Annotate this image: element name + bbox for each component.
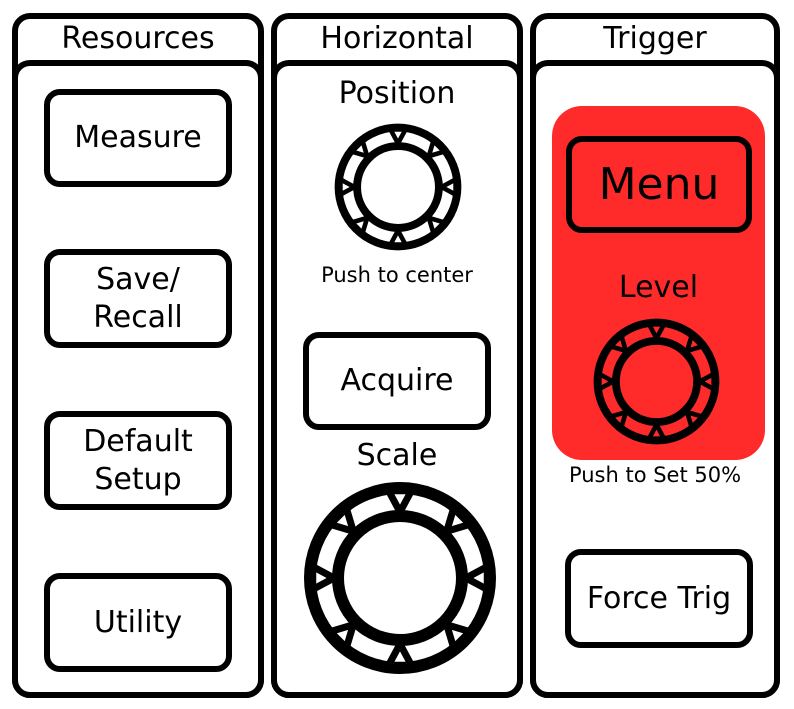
trigger-menu-button[interactable]: Menu [566,136,752,233]
position-label: Position [338,76,456,111]
measure-button[interactable]: Measure [44,89,232,187]
level-caption: Push to Set 50% [568,463,742,487]
level-knob-icon [593,318,720,445]
level-label: Level [618,270,699,305]
default-setup-label-line1: Default [83,423,193,459]
acquire-button-label: Acquire [340,363,454,398]
force-trig-button[interactable]: Force Trig [565,549,753,648]
position-knob[interactable] [332,121,464,253]
scale-label: Scale [356,438,438,473]
force-trig-button-label: Force Trig [586,580,732,616]
default-setup-label-line2: Setup [94,461,182,497]
position-caption: Push to center [321,263,473,287]
trigger-menu-button-label: Menu [598,158,720,210]
save-recall-label-line2: Recall [93,299,183,335]
utility-button-label: Utility [93,604,183,640]
save-recall-button[interactable]: Save/ Recall [44,249,232,348]
level-knob[interactable] [591,316,722,447]
trigger-title: Trigger [603,21,707,56]
save-recall-label-line1: Save/ [96,261,180,297]
acquire-button[interactable]: Acquire [303,332,491,430]
measure-button-label: Measure [74,120,202,155]
utility-button[interactable]: Utility [44,573,232,672]
position-knob-icon [334,123,462,251]
resources-title: Resources [61,21,215,56]
scale-knob[interactable] [300,478,500,678]
horizontal-title: Horizontal [320,21,474,56]
scale-knob-icon [304,482,496,674]
default-setup-button[interactable]: Default Setup [44,411,232,510]
